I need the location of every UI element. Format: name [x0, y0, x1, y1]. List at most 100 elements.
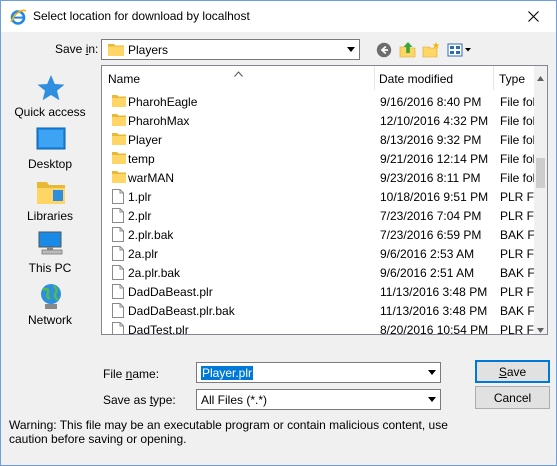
file-name: PharohEagle [128, 95, 198, 109]
close-button[interactable] [510, 1, 556, 31]
file-date: 11/13/2016 3:48 PM [380, 304, 488, 318]
file-name: 2.plr.bak [128, 228, 174, 242]
file-icon [112, 265, 124, 283]
column-header-name[interactable]: Name [108, 72, 140, 86]
place-label: Desktop [27, 157, 73, 171]
file-date: 9/16/2016 8:40 PM [380, 95, 482, 109]
file-type: File fol [500, 114, 534, 128]
file-name-input[interactable]: Player.plr [196, 362, 441, 383]
file-row[interactable]: PharohMax 12/10/2016 4:32 PM File fol [102, 111, 534, 130]
folder-icon [112, 151, 126, 167]
vertical-scrollbar[interactable] [534, 66, 547, 334]
file-type: PLR Fil [500, 247, 534, 261]
column-header-date[interactable]: Date modified [379, 72, 453, 86]
sort-ascending-icon [234, 66, 243, 80]
place-label: Network [27, 313, 72, 327]
save-as-type-label: Save as type: [103, 393, 176, 407]
place-label: Quick access [14, 105, 86, 119]
window-title: Select location for download by localhos… [33, 9, 250, 23]
up-folder-icon[interactable] [399, 41, 417, 59]
star-icon [36, 73, 66, 103]
file-date: 7/23/2016 7:04 PM [380, 209, 482, 223]
place-libraries[interactable]: Libraries [5, 177, 95, 229]
warning-text: Warning: This file may be an executable … [9, 418, 448, 446]
file-row[interactable]: Player 8/13/2016 9:32 PM File fol [102, 130, 534, 149]
file-icon [112, 227, 124, 245]
file-type: File fol [500, 133, 534, 147]
file-row[interactable]: 2a.plr.bak 9/6/2016 2:51 AM BAK Fil [102, 263, 534, 282]
place-label: Libraries [26, 209, 74, 223]
folder-icon [112, 94, 126, 110]
place-network[interactable]: Network [5, 281, 95, 333]
places-bar: Quick access Desktop Libraries This PC N… [5, 65, 95, 345]
internet-explorer-icon [9, 8, 27, 26]
back-icon[interactable] [375, 41, 393, 59]
file-type: PLR Fil [500, 190, 534, 204]
scroll-up-icon[interactable] [537, 70, 544, 84]
view-menu-icon[interactable] [447, 41, 473, 59]
file-row[interactable]: DadTest.plr 8/20/2016 10:54 PM PLR Fil [102, 320, 534, 335]
close-icon [527, 10, 539, 22]
place-desktop[interactable]: Desktop [5, 125, 95, 177]
place-quick-access[interactable]: Quick access [5, 73, 95, 125]
file-name: warMAN [128, 171, 175, 185]
file-date: 8/13/2016 9:32 PM [380, 133, 482, 147]
file-icon [112, 208, 124, 226]
file-row[interactable]: 2a.plr 9/6/2016 2:53 AM PLR Fil [102, 244, 534, 263]
file-name: 2a.plr [128, 247, 159, 261]
file-row[interactable]: temp 9/21/2016 12:14 PM File fol [102, 149, 534, 168]
column-header-type[interactable]: Type [499, 72, 525, 86]
file-row[interactable]: 2.plr.bak 7/23/2016 6:59 PM BAK Fil [102, 225, 534, 244]
file-name-value[interactable]: Player.plr [201, 366, 254, 380]
new-folder-icon[interactable] [422, 41, 440, 59]
file-row[interactable]: DadDaBeast.plr.bak 11/13/2016 3:48 PM BAK … [102, 301, 534, 320]
folder-icon [108, 44, 124, 56]
save-button[interactable]: Save [475, 360, 550, 383]
save-as-type-dropdown[interactable]: All Files (*.*) [196, 389, 441, 410]
file-type: File fol [500, 152, 534, 166]
file-name: Player [128, 133, 163, 147]
file-date: 9/21/2016 12:14 PM [380, 152, 489, 166]
scrollbar-thumb[interactable] [536, 158, 545, 188]
chevron-down-icon[interactable] [423, 390, 440, 409]
column-header-row: Name Date modified Type [102, 66, 534, 90]
file-date: 8/20/2016 10:54 PM [380, 323, 489, 335]
cancel-button[interactable]: Cancel [475, 386, 550, 409]
libraries-icon [36, 177, 66, 207]
file-icon [112, 284, 124, 302]
file-list[interactable]: Name Date modified Type PharohEagle 9/16/… [101, 65, 548, 335]
file-name: DadDaBeast.plr [128, 285, 213, 299]
file-name-label: File name: [103, 367, 160, 381]
column-divider[interactable] [493, 66, 494, 90]
chevron-down-icon[interactable] [342, 40, 359, 59]
file-row[interactable]: 1.plr 10/18/2016 9:51 PM PLR Fil [102, 187, 534, 206]
scroll-down-icon[interactable] [537, 322, 544, 334]
file-date: 12/10/2016 4:32 PM [380, 114, 489, 128]
file-name: 2.plr [128, 209, 152, 223]
save-dialog: Select location for download by localhos… [0, 0, 557, 466]
file-type: BAK Fil [500, 228, 534, 242]
file-date: 9/6/2016 2:53 AM [380, 247, 475, 261]
file-date: 10/18/2016 9:51 PM [380, 190, 489, 204]
file-row[interactable]: warMAN 9/23/2016 8:11 PM File fol [102, 168, 534, 187]
title-bar[interactable]: Select location for download by localhos… [1, 1, 556, 32]
folder-icon [112, 132, 126, 148]
save-button-label: Save [498, 364, 527, 379]
place-this-pc[interactable]: This PC [5, 229, 95, 281]
file-type: BAK Fil [500, 266, 534, 280]
place-label: This PC [28, 261, 72, 275]
file-name: DadDaBeast.plr.bak [128, 304, 235, 318]
file-type: PLR Fil [500, 323, 534, 335]
file-icon [112, 303, 124, 321]
network-icon [36, 281, 66, 311]
file-name: PharohMax [128, 114, 190, 128]
file-row[interactable]: 2.plr 7/23/2016 7:04 PM PLR Fil [102, 206, 534, 225]
file-icon [112, 322, 124, 334]
column-divider[interactable] [374, 66, 375, 90]
file-type: PLR Fil [500, 285, 534, 299]
save-in-dropdown[interactable]: Players [101, 39, 360, 60]
file-row[interactable]: DadDaBeast.plr 11/13/2016 3:48 PM PLR Fil [102, 282, 534, 301]
chevron-down-icon[interactable] [423, 363, 440, 382]
file-row[interactable]: PharohEagle 9/16/2016 8:40 PM File fol [102, 92, 534, 111]
file-date: 7/23/2016 6:59 PM [380, 228, 482, 242]
